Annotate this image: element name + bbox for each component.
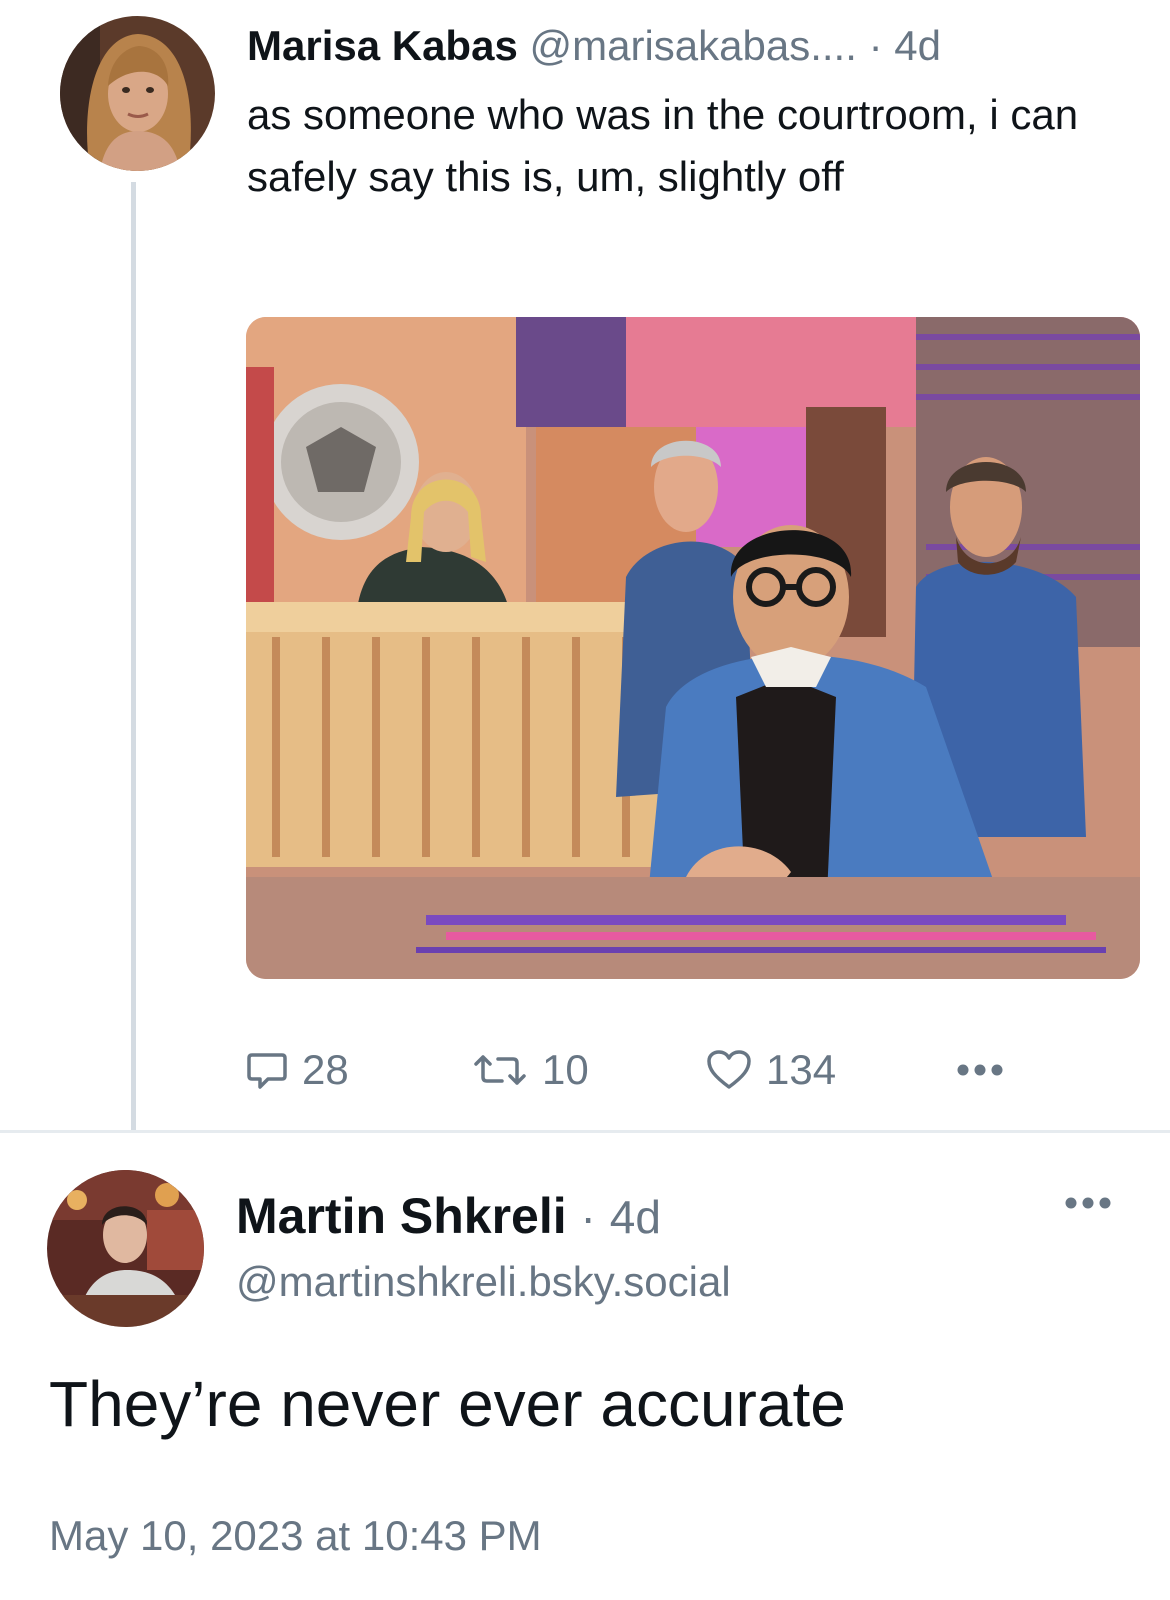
like-button[interactable]: 134 xyxy=(706,1040,836,1100)
ellipsis-icon xyxy=(956,1063,1004,1077)
author-header: Martin Shkreli · 4d xyxy=(236,1184,661,1249)
avatar-photo xyxy=(60,16,215,171)
post-actions: 28 10 134 xyxy=(246,1040,1046,1100)
like-count: 134 xyxy=(766,1046,837,1093)
embedded-image[interactable] xyxy=(246,317,1140,979)
parent-post[interactable]: Marisa Kabas @marisakabas.... · 4d as so… xyxy=(0,0,1170,1130)
post-timestamp: May 10, 2023 at 10:43 PM xyxy=(49,1512,542,1559)
post-divider xyxy=(0,1130,1170,1133)
author-name[interactable]: Martin Shkreli xyxy=(236,1188,567,1244)
repost-arrows-icon xyxy=(472,1049,528,1091)
post-text: as someone who was in the courtroom, i c… xyxy=(247,91,1079,200)
post-header: Marisa Kabas @marisakabas.... · 4d xyxy=(247,18,1107,74)
avatar-photo xyxy=(47,1170,204,1327)
ellipsis-icon xyxy=(1064,1197,1112,1214)
post-age: 4d xyxy=(609,1191,661,1243)
separator-dot: · xyxy=(868,22,883,69)
author-avatar[interactable] xyxy=(47,1170,204,1327)
reply-button[interactable]: 28 xyxy=(246,1040,349,1100)
separator-dot: · xyxy=(580,1191,596,1243)
post-text: They’re never ever accurate xyxy=(49,1368,846,1440)
author-name[interactable]: Marisa Kabas xyxy=(247,22,518,69)
thread-line xyxy=(131,182,136,1130)
repost-count: 10 xyxy=(542,1046,589,1093)
author-handle[interactable]: @marisakabas.... xyxy=(529,22,856,69)
heart-icon xyxy=(706,1049,752,1091)
repost-button[interactable]: 10 xyxy=(472,1040,589,1100)
speech-bubble-icon xyxy=(246,1049,288,1091)
reply-count: 28 xyxy=(302,1046,349,1093)
author-handle[interactable]: @martinshkreli.bsky.social xyxy=(236,1254,731,1310)
post-age: 4d xyxy=(894,22,941,69)
courtroom-sketch-image xyxy=(246,317,1140,979)
more-options-button[interactable] xyxy=(956,1040,1004,1100)
author-avatar[interactable] xyxy=(60,16,215,171)
more-options-button[interactable] xyxy=(1064,1196,1120,1226)
